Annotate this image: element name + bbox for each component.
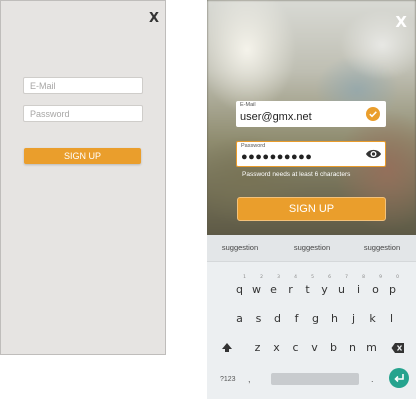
- key-b[interactable]: b: [325, 337, 342, 359]
- key-i[interactable]: 8i: [350, 275, 367, 301]
- key-u[interactable]: 7u: [333, 275, 350, 301]
- key-c[interactable]: c: [287, 337, 304, 359]
- onscreen-keyboard: suggestion suggestion suggestion 1q 2w 3…: [207, 235, 416, 399]
- key-p[interactable]: 0p: [384, 275, 401, 301]
- period-key[interactable]: .: [371, 374, 374, 384]
- key-v[interactable]: v: [306, 337, 323, 359]
- key-w[interactable]: 2w: [248, 275, 265, 301]
- password-field-label: Password: [241, 143, 266, 149]
- key-n[interactable]: n: [344, 337, 361, 359]
- signup-button[interactable]: SIGN UP: [24, 148, 141, 164]
- close-button[interactable]: X: [395, 13, 407, 31]
- key-d[interactable]: d: [269, 308, 286, 330]
- backspace-icon[interactable]: [391, 342, 405, 354]
- password-field[interactable]: Password ●●●●●●●●●●: [236, 141, 386, 167]
- key-z[interactable]: z: [249, 337, 266, 359]
- space-bar[interactable]: [271, 373, 359, 385]
- suggestion-item[interactable]: suggestion: [215, 243, 265, 252]
- email-field-label: E-Mail: [240, 102, 256, 108]
- email-field[interactable]: E-Mail user@gmx.net: [236, 101, 386, 127]
- key-e[interactable]: 3e: [265, 275, 282, 301]
- signup-button[interactable]: SIGN UP: [237, 197, 386, 221]
- enter-key[interactable]: [389, 368, 409, 388]
- key-j[interactable]: j: [345, 308, 362, 330]
- symbols-key[interactable]: ?123: [220, 376, 236, 383]
- key-h[interactable]: h: [326, 308, 343, 330]
- key-l[interactable]: l: [383, 308, 400, 330]
- key-m[interactable]: m: [363, 337, 380, 359]
- key-g[interactable]: g: [307, 308, 324, 330]
- key-f[interactable]: f: [288, 308, 305, 330]
- key-q[interactable]: 1q: [231, 275, 248, 301]
- email-field-value[interactable]: user@gmx.net: [240, 111, 312, 123]
- key-a[interactable]: a: [231, 308, 248, 330]
- key-o[interactable]: 9o: [367, 275, 384, 301]
- key-k[interactable]: k: [364, 308, 381, 330]
- suggestion-bar: suggestion suggestion suggestion: [207, 235, 416, 262]
- check-circle-icon: [366, 107, 380, 121]
- password-field[interactable]: Password: [23, 105, 143, 122]
- shift-icon[interactable]: [220, 342, 234, 354]
- key-s[interactable]: s: [250, 308, 267, 330]
- suggestion-item[interactable]: suggestion: [287, 243, 337, 252]
- key-y[interactable]: 6y: [316, 275, 333, 301]
- phone-signup-screen: X E-Mail user@gmx.net Password ●●●●●●●●●…: [207, 0, 416, 399]
- eye-icon[interactable]: [365, 147, 382, 161]
- suggestion-item[interactable]: suggestion: [357, 243, 407, 252]
- comma-key[interactable]: ,: [248, 374, 251, 384]
- password-field-value[interactable]: ●●●●●●●●●●: [241, 151, 312, 163]
- key-x[interactable]: x: [268, 337, 285, 359]
- key-t[interactable]: 5t: [299, 275, 316, 301]
- close-button[interactable]: X: [149, 11, 159, 26]
- wireframe-signup-screen: X E-Mail Password SIGN UP: [0, 0, 166, 355]
- key-r[interactable]: 4r: [282, 275, 299, 301]
- email-field[interactable]: E-Mail: [23, 77, 143, 94]
- password-hint: Password needs at least 6 characters: [242, 171, 351, 178]
- enter-arrow-icon: [394, 374, 404, 383]
